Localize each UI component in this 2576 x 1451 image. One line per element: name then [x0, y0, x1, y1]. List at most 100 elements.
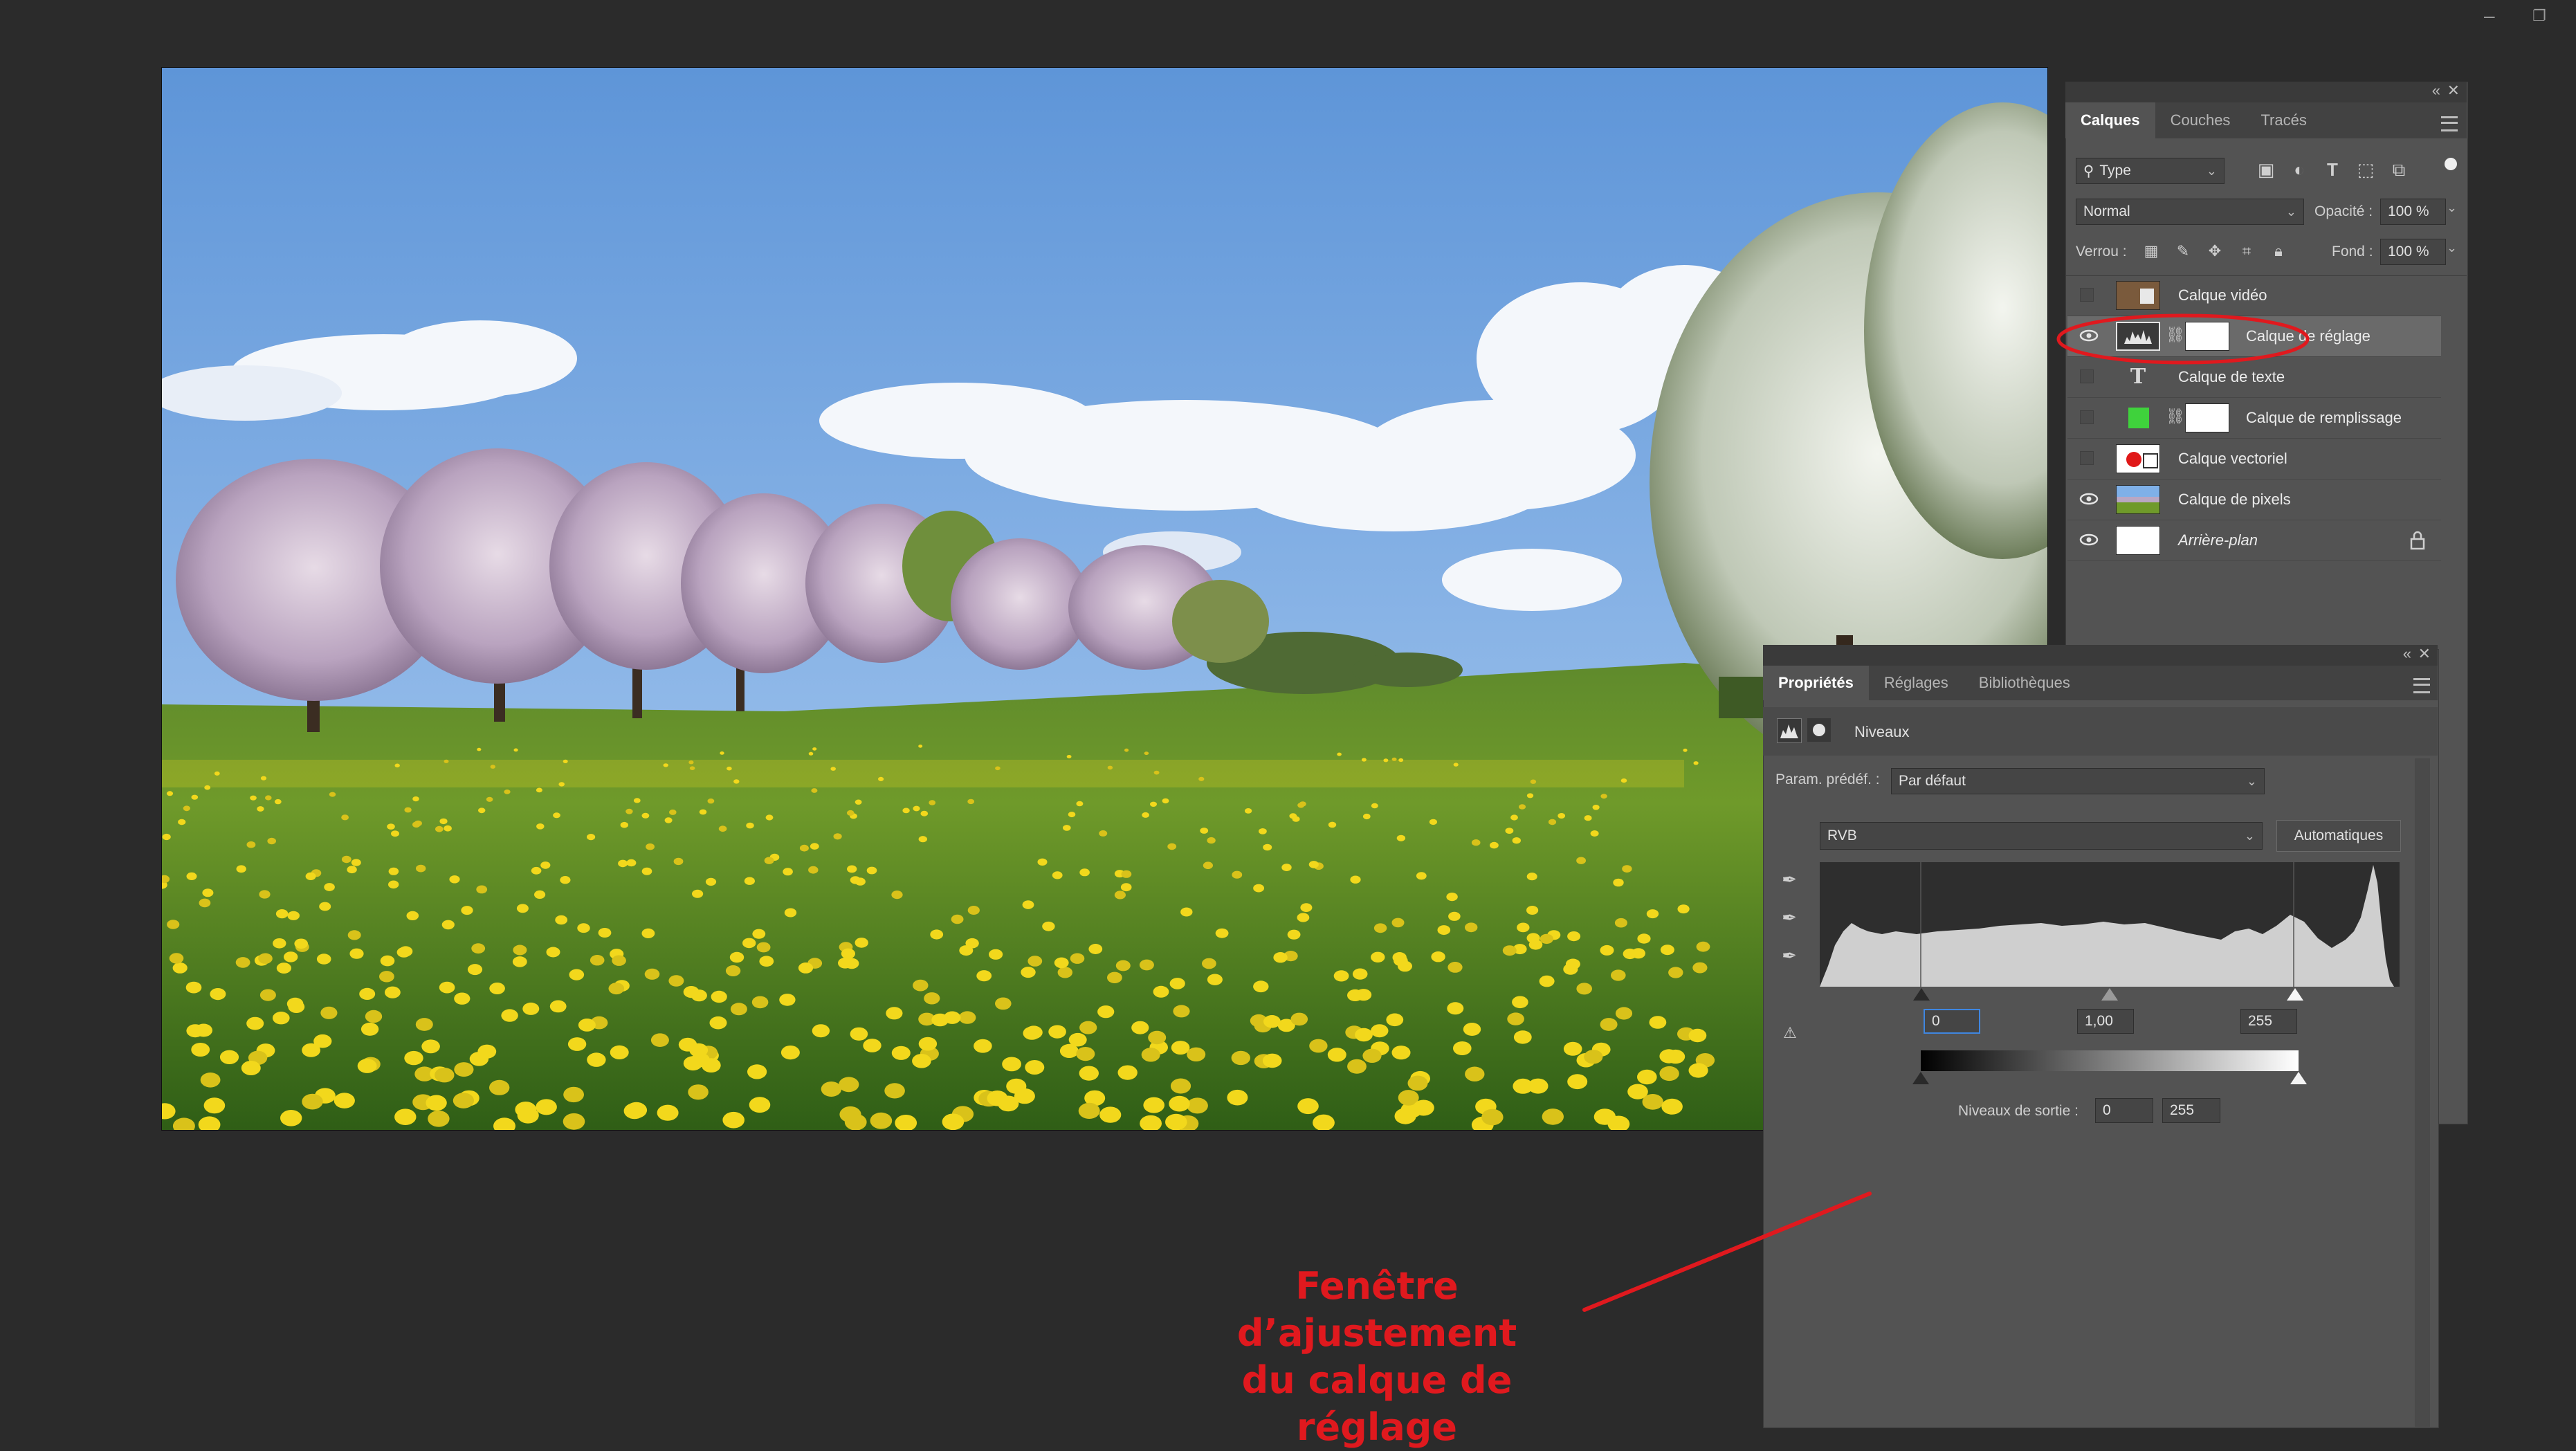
channel-value: RVB — [1827, 828, 1857, 843]
layer-row-vector[interactable]: Calque vectoriel — [2067, 439, 2441, 480]
tab-couches[interactable]: Couches — [2155, 102, 2246, 138]
histogram — [1820, 862, 2400, 987]
layer-row-background[interactable]: Arrière-plan — [2067, 520, 2441, 561]
close-icon[interactable]: ✕ — [2447, 82, 2460, 100]
lock-all-icon[interactable]: 🔒︎ — [2268, 241, 2289, 262]
properties-scrollbar[interactable] — [2415, 758, 2430, 1427]
preset-value: Par défaut — [1899, 773, 1966, 789]
highlight-circle — [2056, 313, 2310, 365]
lock-brush-icon[interactable]: ✎ — [2173, 241, 2193, 262]
chevron-down-icon: ⌄ — [2244, 828, 2255, 843]
lock-icon[interactable] — [2409, 530, 2426, 551]
white-eyedropper-icon[interactable]: ✒ — [1777, 945, 1802, 966]
layer-name: Calque vidéo — [2178, 286, 2267, 304]
restore-button[interactable]: ❐ — [2532, 6, 2546, 26]
layer-name: Calque de remplissage — [2246, 409, 2402, 426]
video-icon — [2140, 289, 2154, 304]
collapse-icon[interactable]: « — [2432, 82, 2440, 100]
histogram-graph — [1820, 862, 2394, 987]
levels-icon[interactable] — [1777, 718, 1802, 743]
properties-tabbar: Propriétés Réglages Bibliothèques — [1763, 666, 2438, 700]
output-white-field[interactable]: 255 — [2162, 1098, 2220, 1123]
layers-menu-icon[interactable] — [2441, 116, 2458, 131]
layer-mask-thumbnail[interactable] — [2185, 403, 2229, 432]
filter-smartobject-icon[interactable]: ⧉ — [2388, 159, 2409, 180]
gray-eyedropper-icon[interactable]: ✒ — [1777, 907, 1802, 928]
fill-label: Fond : — [2332, 244, 2373, 259]
preset-select[interactable]: Par défaut ⌄ — [1891, 768, 2265, 794]
vector-thumbnail — [2116, 444, 2160, 473]
mask-icon[interactable] — [1807, 718, 1831, 742]
opacity-label: Opacité : — [2314, 203, 2373, 219]
layer-name: Arrière-plan — [2178, 531, 2258, 549]
lock-label: Verrou : — [2076, 244, 2127, 259]
output-black-slider[interactable] — [1912, 1072, 1929, 1084]
layer-name: Calque de pixels — [2178, 491, 2291, 508]
input-black-slider[interactable] — [1913, 988, 1930, 1001]
visibility-toggle[interactable] — [2080, 410, 2094, 424]
annotation-line-2: du calque de réglage — [1241, 1358, 1513, 1449]
preset-label: Param. prédéf. : — [1775, 772, 1880, 787]
chevron-down-icon: ⌄ — [2206, 163, 2217, 178]
layer-filter-select[interactable]: ⚲ Type ⌄ — [2076, 158, 2225, 184]
collapse-icon[interactable]: « — [2403, 645, 2411, 663]
output-levels-label: Niveaux de sortie : — [1958, 1103, 2079, 1119]
filter-text-icon[interactable]: T — [2322, 159, 2343, 180]
properties-menu-icon[interactable] — [2413, 678, 2430, 693]
filter-toggle[interactable] — [2445, 158, 2457, 170]
layer-name: Calque vectoriel — [2178, 450, 2287, 467]
shape-icon — [2143, 453, 2158, 468]
tab-proprietes[interactable]: Propriétés — [1763, 666, 1869, 700]
input-white-slider[interactable] — [2287, 988, 2303, 1001]
input-white-field[interactable]: 255 — [2240, 1009, 2297, 1034]
lock-artboard-icon[interactable]: ⌗ — [2236, 241, 2257, 262]
layers-tabbar: Calques Couches Tracés — [2065, 102, 2467, 138]
fill-thumbnail — [2116, 403, 2160, 432]
fill-input[interactable]: 100 % — [2380, 239, 2446, 265]
properties-panel-header: « ✕ — [1763, 645, 2438, 666]
eye-icon[interactable] — [2079, 489, 2099, 509]
chevron-down-icon: ⌄ — [2285, 204, 2296, 219]
annotation-arrow — [1582, 1192, 1872, 1312]
tab-bibliotheques[interactable]: Bibliothèques — [1964, 666, 2085, 700]
opacity-input[interactable]: 100 % — [2380, 199, 2446, 225]
visibility-toggle[interactable] — [2080, 451, 2094, 465]
input-gamma-field[interactable]: 1,00 — [2077, 1009, 2134, 1034]
tab-calques[interactable]: Calques — [2065, 102, 2155, 138]
layers-panel-header: « ✕ — [2065, 82, 2467, 102]
output-white-slider[interactable] — [2290, 1072, 2307, 1084]
auto-button[interactable]: Automatiques — [2276, 820, 2401, 852]
tab-traces[interactable]: Tracés — [2245, 102, 2321, 138]
layer-filter-value: Type — [2099, 163, 2131, 179]
layer-row-pixels[interactable]: Calque de pixels — [2067, 480, 2441, 520]
annotation-text: Fenêtre d’ajustement du calque de réglag… — [1169, 1263, 1584, 1451]
tab-reglages[interactable]: Réglages — [1869, 666, 1964, 700]
fill-color-swatch — [2128, 408, 2149, 428]
input-gamma-slider[interactable] — [2101, 988, 2118, 1001]
background-thumbnail — [2116, 526, 2160, 555]
search-icon: ⚲ — [2083, 163, 2094, 179]
link-icon[interactable]: ⛓ — [2166, 408, 2185, 426]
lock-move-icon[interactable]: ✥ — [2204, 241, 2225, 262]
blend-mode-select[interactable]: Normal ⌄ — [2076, 199, 2304, 225]
input-black-field[interactable]: 0 — [1924, 1009, 1980, 1034]
chevron-down-icon: ⌄ — [2246, 774, 2257, 788]
eye-icon[interactable] — [2079, 529, 2099, 550]
chevron-down-icon[interactable]: ⌄ — [2447, 241, 2457, 255]
output-gradient — [1921, 1050, 2299, 1071]
minimize-button[interactable]: – — [2484, 6, 2495, 26]
layer-row-fill[interactable]: ⛓ Calque de remplissage — [2067, 398, 2441, 439]
filter-shape-icon[interactable]: ⬚ — [2355, 159, 2376, 180]
blend-mode-value: Normal — [2083, 203, 2130, 219]
output-black-field[interactable]: 0 — [2095, 1098, 2153, 1123]
black-eyedropper-icon[interactable]: ✒ — [1777, 869, 1802, 890]
annotation-line-1: Fenêtre d’ajustement — [1236, 1264, 1517, 1355]
visibility-toggle[interactable] — [2080, 288, 2094, 302]
filter-adjustment-icon[interactable]: ◐ — [2289, 159, 2310, 180]
clipping-warning-icon[interactable]: ⚠ — [1773, 1023, 1807, 1043]
lock-transparency-icon[interactable]: ▦ — [2141, 241, 2162, 262]
channel-select[interactable]: RVB ⌄ — [1820, 822, 2263, 850]
chevron-down-icon[interactable]: ⌄ — [2447, 201, 2457, 215]
close-icon[interactable]: ✕ — [2418, 645, 2431, 663]
filter-pixel-icon[interactable]: ▣ — [2256, 159, 2276, 180]
